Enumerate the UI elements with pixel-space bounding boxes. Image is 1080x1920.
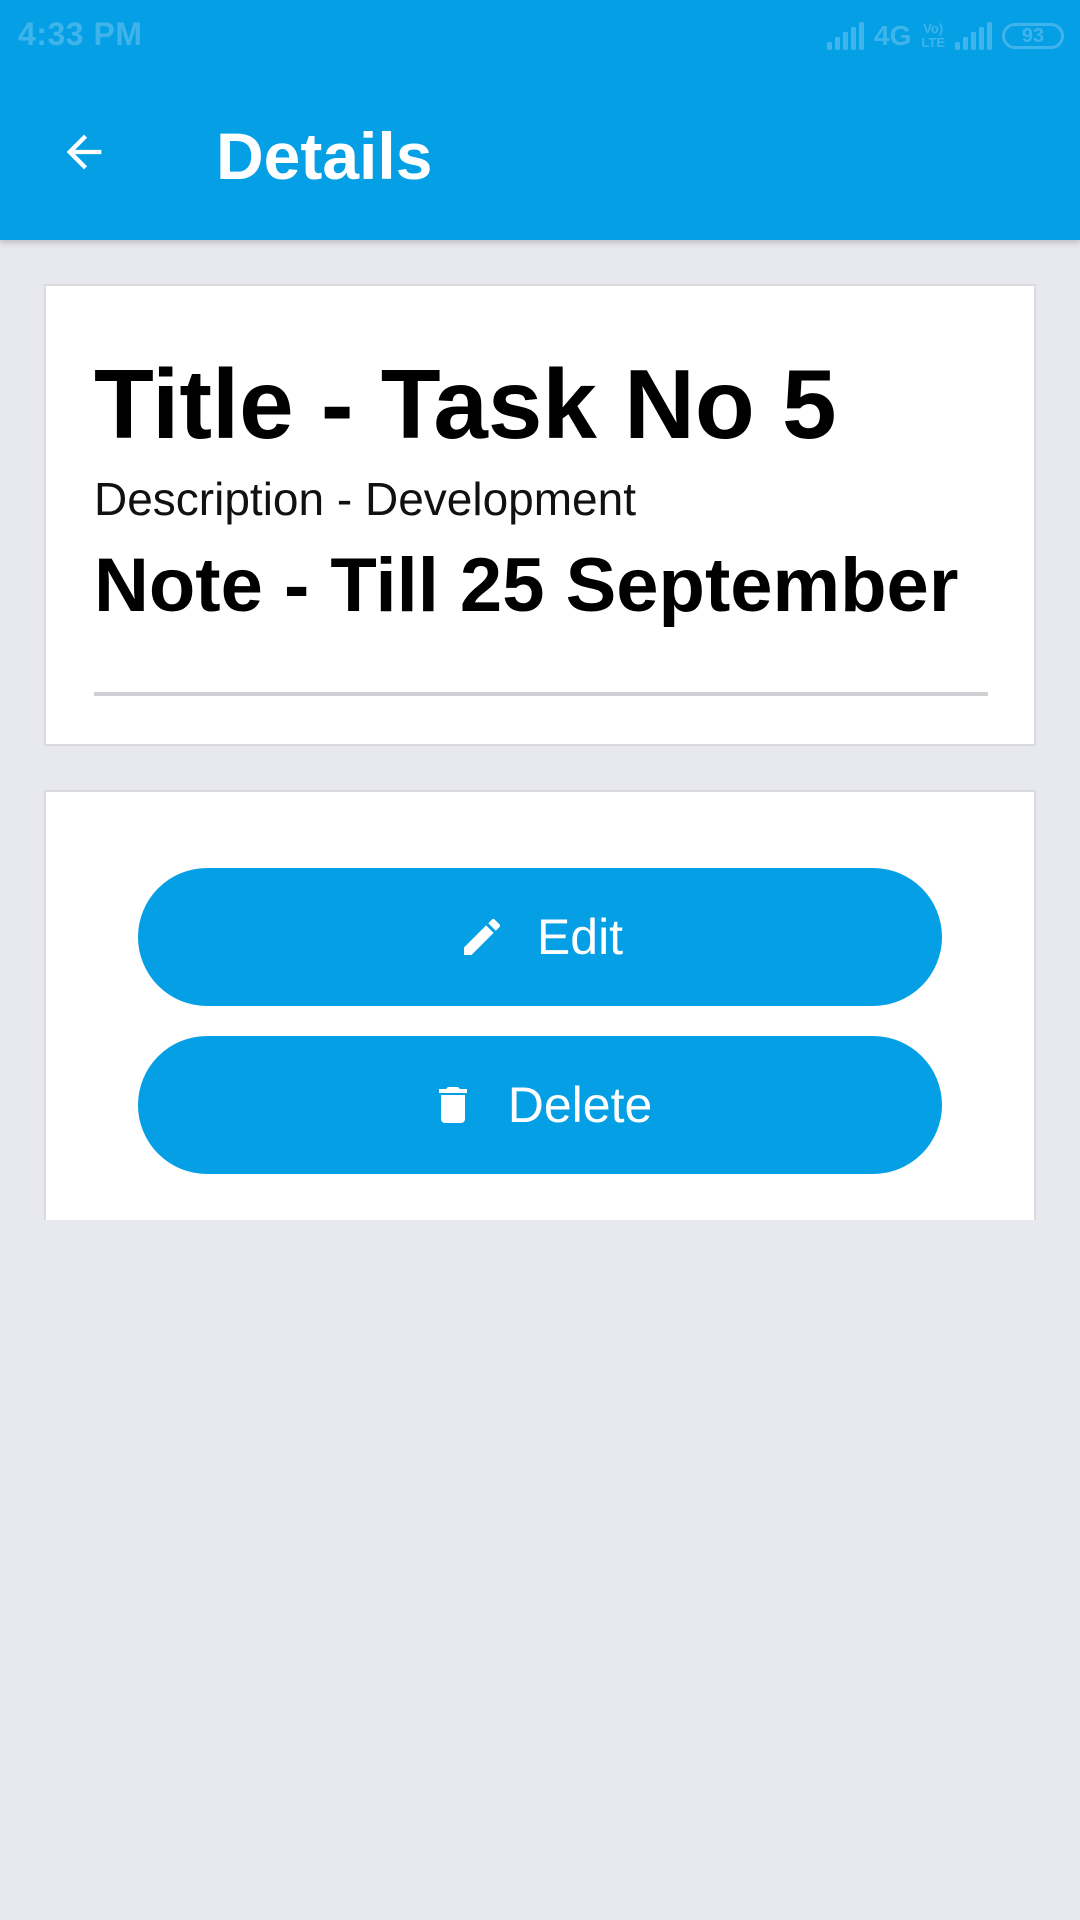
details-screen: 4:33 PM 4G Vo) LTE 93 Details Title - Ta… xyxy=(0,0,1080,1920)
task-description: Description - Development xyxy=(94,473,637,525)
status-time: 4:33 PM xyxy=(18,16,143,52)
pencil-icon xyxy=(457,912,507,962)
status-icons: 4G Vo) LTE 93 xyxy=(827,16,1064,56)
signal-icon-2 xyxy=(955,22,992,50)
delete-button[interactable]: Delete xyxy=(138,1036,942,1174)
arrow-left-icon xyxy=(66,134,102,170)
back-button[interactable] xyxy=(44,112,124,192)
status-bar: 4:33 PM 4G Vo) LTE 93 xyxy=(0,0,1080,72)
battery-icon: 93 xyxy=(1002,23,1064,49)
volte-label-bottom: LTE xyxy=(921,35,945,50)
delete-button-label: Delete xyxy=(507,1077,653,1133)
app-bar: 4:33 PM 4G Vo) LTE 93 Details xyxy=(0,0,1080,240)
network-type: 4G xyxy=(874,20,912,51)
volte-label-top: Vo) xyxy=(923,21,944,36)
page-title: Details xyxy=(216,119,433,193)
actions-card: Edit Delete xyxy=(44,790,1036,1220)
task-title: Title - Task No 5 xyxy=(94,349,837,459)
task-details-card: Title - Task No 5 Description - Developm… xyxy=(44,284,1036,746)
battery-level: 93 xyxy=(1021,24,1045,47)
volte-icon: Vo) LTE xyxy=(921,22,945,50)
task-note: Note - Till 25 September xyxy=(94,543,959,628)
edit-button[interactable]: Edit xyxy=(138,868,942,1006)
trash-icon xyxy=(428,1080,478,1130)
divider xyxy=(94,692,988,696)
signal-icon xyxy=(827,22,865,50)
edit-button-label: Edit xyxy=(536,909,624,965)
